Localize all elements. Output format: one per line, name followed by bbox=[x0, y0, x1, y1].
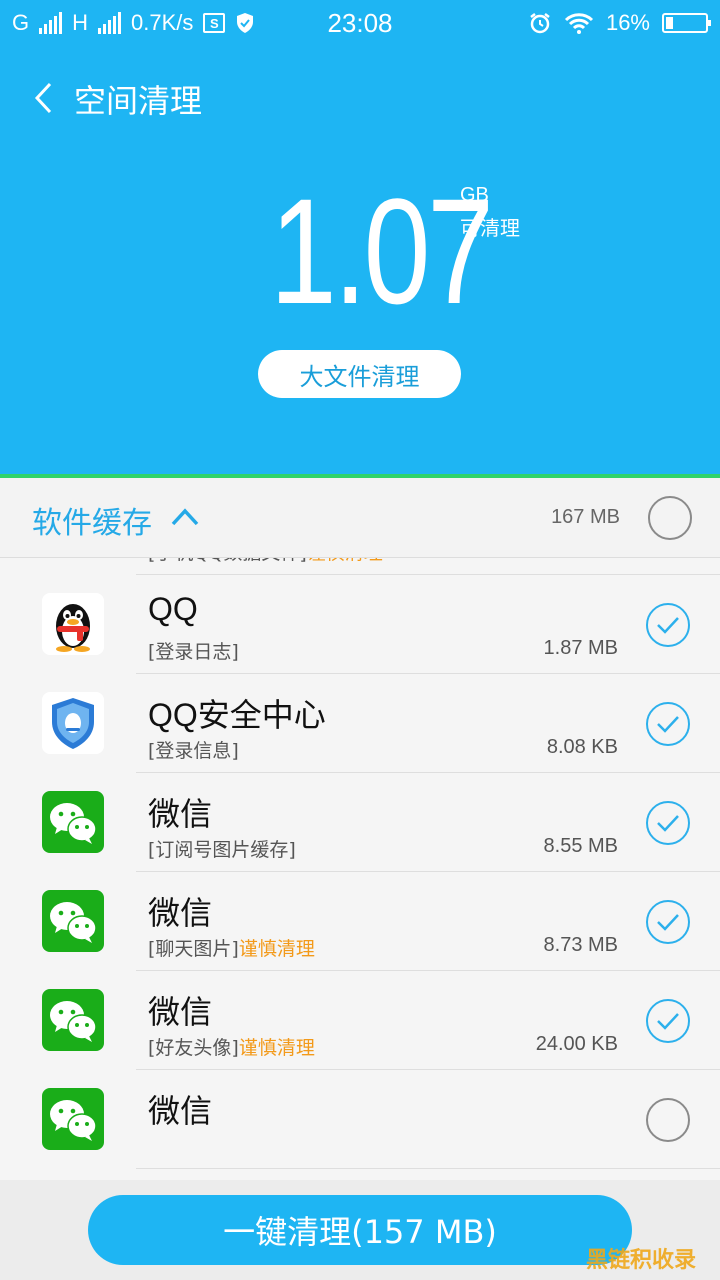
list-item[interactable]: QQ[手机QQ数据文件]谨慎清理3.58 MB bbox=[0, 558, 720, 575]
bigfile-clean-button[interactable]: 大文件清理 bbox=[258, 350, 461, 398]
item-detail-text: [登录信息] bbox=[148, 740, 239, 762]
back-arrow-icon[interactable] bbox=[24, 78, 64, 118]
wechat-icon bbox=[42, 890, 104, 952]
item-detail: [手机QQ数据文件]谨慎清理 bbox=[148, 558, 383, 565]
cleanable-amount: 1.07 bbox=[270, 167, 494, 335]
wifi-icon bbox=[564, 13, 594, 34]
list-item[interactable]: QQ安全中心 [登录信息] 8.08 KB bbox=[0, 674, 720, 773]
item-size: 24.00 KB bbox=[535, 1033, 618, 1055]
qq-security-shield-icon bbox=[42, 692, 104, 754]
title-bar: 空间清理 bbox=[0, 70, 720, 126]
checked-checkbox-icon[interactable] bbox=[646, 702, 690, 746]
battery-percent: 16% bbox=[605, 10, 650, 35]
item-detail: [聊天图片]谨慎清理 bbox=[148, 934, 315, 961]
one-click-clean-button[interactable]: 一键清理(157 MB) bbox=[88, 1195, 632, 1265]
item-app-name: 微信 bbox=[148, 1093, 213, 1129]
item-size: 8.08 KB bbox=[546, 736, 618, 758]
item-app-name: QQ安全中心 bbox=[148, 697, 326, 733]
item-detail: [登录信息] bbox=[148, 736, 239, 763]
item-detail-text: [好友头像] bbox=[148, 1037, 239, 1059]
item-app-name: 微信 bbox=[148, 796, 213, 832]
item-detail-text: [订阅号图片缓存] bbox=[148, 839, 296, 861]
cache-list-items: QQ[手机QQ数据文件]谨慎清理3.58 MBQQ[登录日志]1.87 MBQQ… bbox=[0, 558, 720, 1169]
list-item[interactable]: QQ [登录日志] 1.87 MB bbox=[0, 575, 720, 674]
item-detail: [订阅号图片缓存] bbox=[148, 835, 296, 862]
item-detail-text: [手机QQ数据文件] bbox=[148, 558, 307, 564]
cache-list[interactable]: QQ[手机QQ数据文件]谨慎清理3.58 MBQQ[登录日志]1.87 MBQQ… bbox=[0, 558, 720, 1180]
amount-unit-label: 可清理 bbox=[460, 216, 520, 240]
section-title: 软件缓存 bbox=[32, 506, 152, 541]
item-detail-text: [登录日志] bbox=[148, 641, 239, 663]
section-size: 167 MB bbox=[551, 506, 620, 528]
page-title: 空间清理 bbox=[74, 82, 203, 120]
wechat-icon bbox=[42, 1088, 104, 1150]
item-warning-text: 谨慎清理 bbox=[238, 1037, 315, 1059]
checked-checkbox-icon[interactable] bbox=[646, 900, 690, 944]
item-warning-text: 谨慎清理 bbox=[238, 938, 315, 960]
watermark: 黑链积收录 bbox=[585, 1248, 696, 1273]
app-screen: G H 0.7K/s S 23:08 16% 空间清理 1.07 GB 可清理 … bbox=[0, 0, 720, 1280]
checked-checkbox-icon[interactable] bbox=[646, 999, 690, 1043]
section-select-all-checkbox[interactable] bbox=[648, 496, 692, 540]
item-size: 1.87 MB bbox=[543, 637, 618, 659]
item-detail: [好友头像]谨慎清理 bbox=[148, 1033, 315, 1060]
list-item[interactable]: 微信 [好友头像]谨慎清理 24.00 KB bbox=[0, 971, 720, 1070]
item-app-name: 微信 bbox=[148, 994, 213, 1030]
item-size: 3.58 MB bbox=[544, 558, 618, 561]
battery-icon bbox=[662, 13, 711, 33]
header-area: G H 0.7K/s S 23:08 16% 空间清理 1.07 GB 可清理 … bbox=[0, 0, 720, 474]
section-header-software-cache[interactable]: 软件缓存 167 MB bbox=[0, 478, 720, 558]
checked-checkbox-icon[interactable] bbox=[646, 801, 690, 845]
item-size: 8.73 MB bbox=[543, 934, 618, 956]
chevron-up-icon[interactable] bbox=[170, 504, 200, 530]
item-size: 8.55 MB bbox=[543, 835, 618, 857]
list-item[interactable]: 微信 bbox=[0, 1070, 720, 1169]
status-right: 16% bbox=[528, 10, 711, 36]
checked-checkbox-icon[interactable] bbox=[646, 603, 690, 647]
item-detail-text: [聊天图片] bbox=[148, 938, 239, 960]
item-warning-text: 谨慎清理 bbox=[307, 558, 383, 564]
qq-penguin-icon bbox=[42, 593, 104, 655]
list-item[interactable]: 微信 [订阅号图片缓存] 8.55 MB bbox=[0, 773, 720, 872]
wechat-icon bbox=[42, 791, 104, 853]
status-bar: G H 0.7K/s S 23:08 16% bbox=[0, 0, 720, 48]
item-app-name: QQ bbox=[148, 591, 198, 627]
alarm-icon bbox=[530, 13, 550, 34]
row-divider bbox=[136, 1168, 720, 1169]
item-detail: [登录日志] bbox=[148, 637, 239, 664]
list-item[interactable]: 微信 [聊天图片]谨慎清理 8.73 MB bbox=[0, 872, 720, 971]
wechat-icon bbox=[42, 989, 104, 1051]
bottom-bar: 一键清理(157 MB) 黑链积收录 bbox=[0, 1180, 720, 1280]
unchecked-checkbox-icon[interactable] bbox=[646, 1098, 690, 1142]
item-app-name: 微信 bbox=[148, 895, 213, 931]
amount-unit: GB bbox=[460, 184, 489, 206]
